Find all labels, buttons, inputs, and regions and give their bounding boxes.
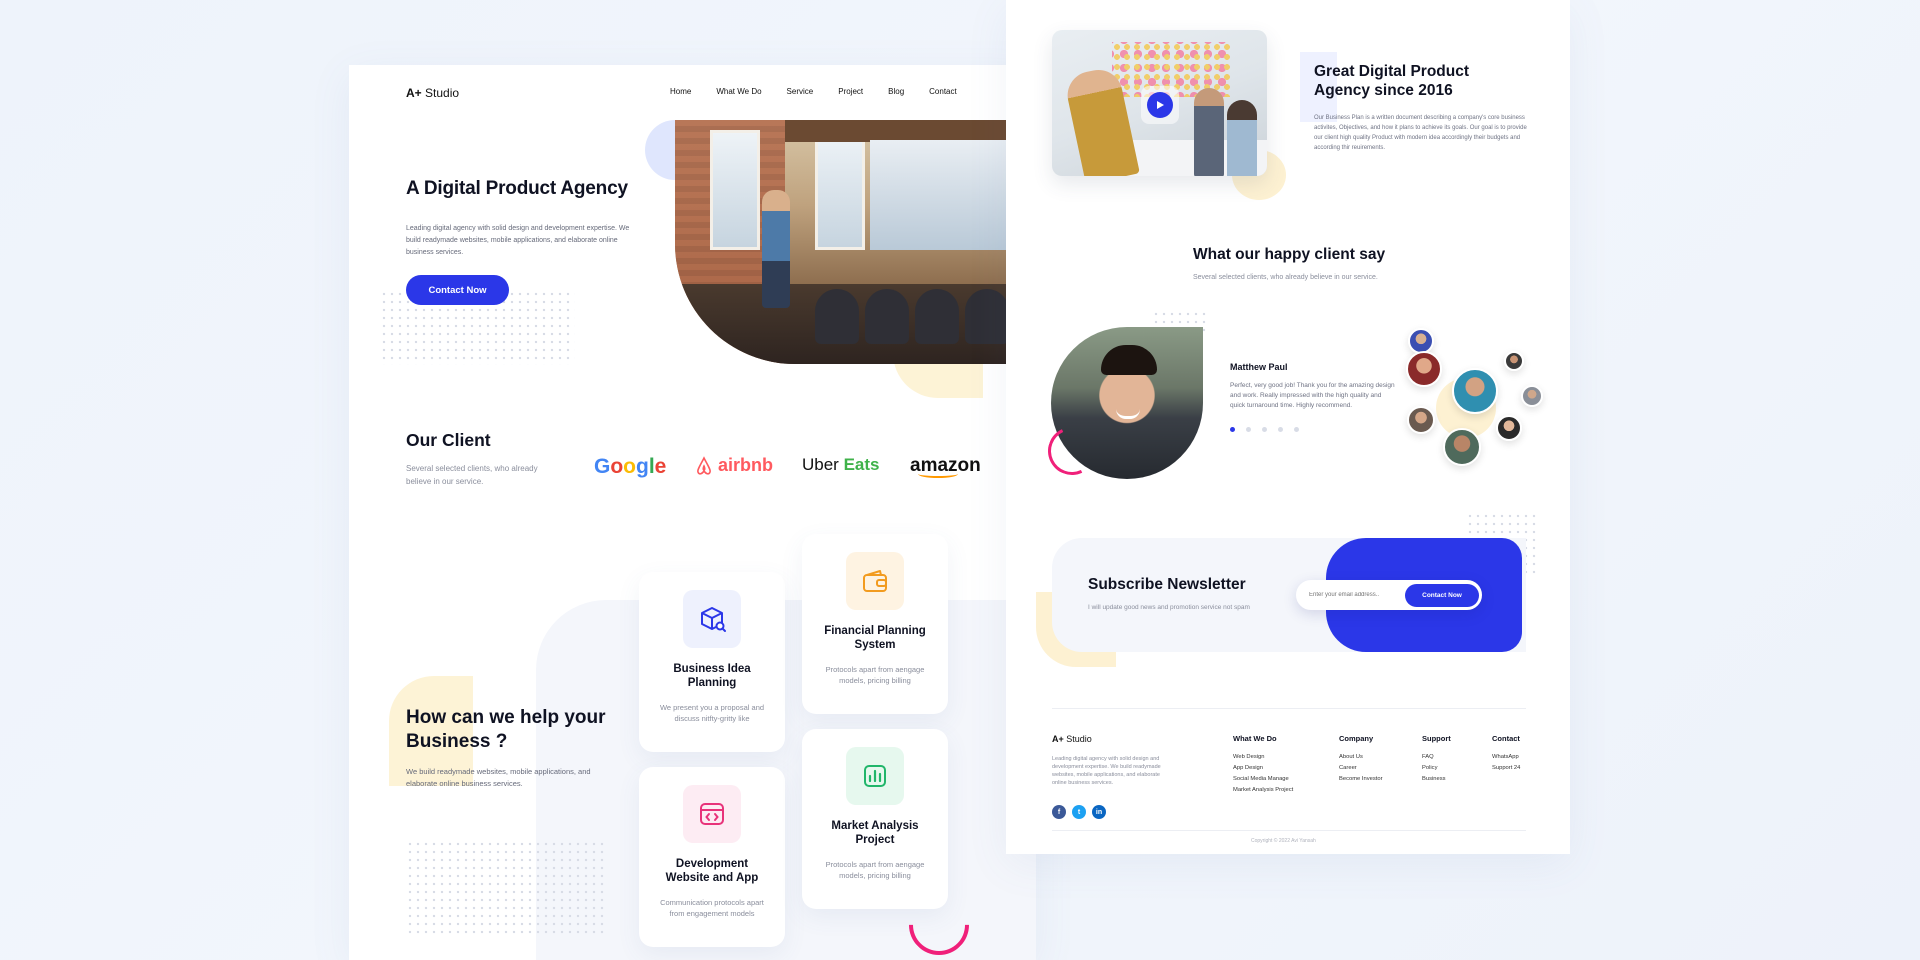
amazon-logo: amazon [910, 455, 981, 478]
card-title: Market Analysis Project [831, 820, 919, 846]
nav-contact[interactable]: Contact [929, 87, 957, 96]
footer-column-what-we-do: What We Do Web Design App Design Social … [1233, 734, 1293, 798]
chart-icon [846, 747, 904, 805]
card-title: Development Website and App [665, 858, 759, 884]
footer-description: Leading digital agency with solid design… [1052, 756, 1161, 786]
client-avatar[interactable] [1407, 406, 1435, 434]
footer-column-title: Support [1422, 734, 1451, 743]
divider [1052, 708, 1526, 709]
about-description: Our Business Plan is a written document … [1314, 115, 1527, 151]
client-avatar[interactable] [1452, 368, 1498, 414]
testimonial-pager [1230, 427, 1299, 432]
card-text: We present you a proposal and discuss ni… [659, 703, 765, 723]
footer-link[interactable]: Web Design [1233, 754, 1293, 760]
client-avatar[interactable] [1504, 351, 1524, 371]
service-card-development[interactable]: Development Website and App Communicatio… [639, 767, 785, 947]
main-nav: Home What We Do Service Project Blog Con… [670, 87, 957, 96]
pager-dot[interactable] [1262, 427, 1267, 432]
footer-column-title: Company [1339, 734, 1374, 743]
card-title: Business Idea Planning [673, 663, 751, 689]
play-icon [1157, 101, 1164, 109]
pager-dot[interactable] [1294, 427, 1299, 432]
box-search-icon [683, 590, 741, 648]
footer-column-contact: Contact WhatsApp Support 24 [1492, 734, 1520, 776]
pager-dot[interactable] [1230, 427, 1235, 432]
card-text: Protocols apart from aengage models, pri… [825, 665, 925, 685]
service-card-market-analysis[interactable]: Market Analysis Project Protocols apart … [802, 729, 948, 909]
card-title: Financial Planning System [824, 625, 926, 651]
email-input[interactable] [1309, 592, 1399, 598]
testimonial-name: Matthew Paul [1230, 362, 1288, 372]
footer-brand[interactable]: A+ Studio [1052, 734, 1092, 744]
nav-project[interactable]: Project [838, 87, 863, 96]
brand-logo[interactable]: A+ Studio [406, 86, 459, 100]
pager-dot[interactable] [1278, 427, 1283, 432]
footer-link[interactable]: WhatsApp [1492, 754, 1520, 760]
card-text: Communication protocols apart from engag… [660, 898, 764, 918]
footer-column-company: Company About Us Career Become Investor [1339, 734, 1383, 787]
client-avatar[interactable] [1406, 351, 1442, 387]
client-avatar[interactable] [1496, 415, 1522, 441]
hero-title: A Digital Product Agency [406, 178, 628, 199]
airbnb-logo: airbnb [694, 455, 773, 476]
footer-link[interactable]: Support 24 [1492, 765, 1520, 771]
nav-home[interactable]: Home [670, 87, 691, 96]
pager-dot[interactable] [1246, 427, 1251, 432]
nav-what-we-do[interactable]: What We Do [716, 87, 761, 96]
footer-link[interactable]: Career [1339, 765, 1383, 771]
newsletter-description: I will update good news and promotion se… [1088, 604, 1250, 611]
testimonial-text: Perfect, very good job! Thank you for th… [1230, 382, 1395, 409]
landing-page-left: A+ Studio Home What We Do Service Projec… [349, 65, 1036, 960]
newsletter-title: Subscribe Newsletter [1088, 576, 1246, 593]
clients-description: Several selected clients, who already be… [406, 464, 538, 486]
client-avatar[interactable] [1408, 328, 1434, 354]
divider [1052, 830, 1526, 831]
code-window-icon [683, 785, 741, 843]
footer-column-title: What We Do [1233, 734, 1277, 743]
about-title: Great Digital Product Agency since 2016 [1314, 63, 1470, 99]
footer-column-support: Support FAQ Policy Business [1422, 734, 1451, 787]
footer-link[interactable]: App Design [1233, 765, 1293, 771]
footer-link[interactable]: Business [1422, 776, 1451, 782]
copyright-text: Copyright © 2022 Avi Yansah [1251, 838, 1316, 844]
social-links: f t in [1052, 805, 1106, 819]
footer-column-title: Contact [1492, 734, 1520, 743]
play-button[interactable] [1141, 86, 1179, 124]
card-text: Protocols apart from aengage models, pri… [825, 860, 925, 880]
help-title: How can we help your Business ? [406, 707, 606, 752]
client-avatar[interactable] [1443, 428, 1481, 466]
client-avatar[interactable] [1521, 385, 1543, 407]
hero-image [675, 120, 1036, 364]
facebook-icon[interactable]: f [1052, 805, 1066, 819]
hero-description: Leading digital agency with solid design… [406, 225, 630, 256]
contact-now-button[interactable]: Contact Now [406, 275, 509, 305]
airbnb-icon [697, 455, 711, 475]
service-card-business-idea[interactable]: Business Idea Planning We present you a … [639, 572, 785, 752]
newsletter-form: Contact Now [1296, 580, 1482, 610]
wallet-icon [846, 552, 904, 610]
nav-blog[interactable]: Blog [888, 87, 904, 96]
footer-link[interactable]: FAQ [1422, 754, 1451, 760]
dot-pattern [406, 840, 606, 935]
nav-service[interactable]: Service [787, 87, 814, 96]
twitter-icon[interactable]: t [1072, 805, 1086, 819]
about-video[interactable] [1052, 30, 1267, 176]
landing-page-right: Great Digital Product Agency since 2016 … [1006, 0, 1570, 854]
google-logo: Google [594, 455, 667, 478]
footer-link[interactable]: About Us [1339, 754, 1383, 760]
service-card-financial[interactable]: Financial Planning System Protocols apar… [802, 534, 948, 714]
testimonials-description: Several selected clients, who already be… [1193, 274, 1378, 281]
subscribe-button[interactable]: Contact Now [1405, 583, 1479, 607]
clients-title: Our Client [406, 430, 491, 450]
footer-link[interactable]: Market Analysis Project [1233, 787, 1293, 793]
testimonials-title: What our happy client say [1193, 246, 1386, 263]
help-description: We build readymade websites, mobile appl… [406, 767, 591, 788]
footer-link[interactable]: Policy [1422, 765, 1451, 771]
linkedin-icon[interactable]: in [1092, 805, 1106, 819]
footer-link[interactable]: Social Media Manage [1233, 776, 1293, 782]
footer-link[interactable]: Become Investor [1339, 776, 1383, 782]
uber-eats-logo: Uber Eats [802, 455, 880, 474]
